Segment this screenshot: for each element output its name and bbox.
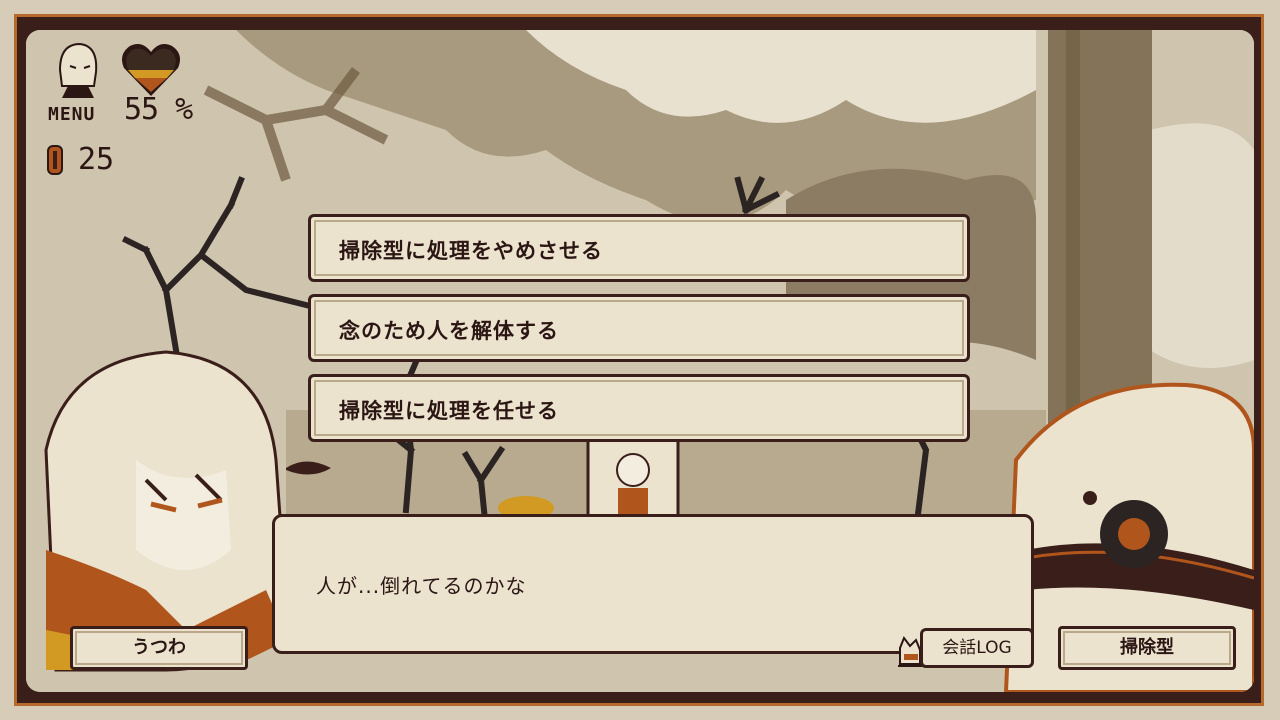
choice-label: 念のため人を解体する [339,319,559,343]
affection-heart-icon [122,44,180,96]
choice-label: 掃除型に処理をやめさせる [339,239,603,263]
choice-label: 掃除型に処理を任せる [339,399,559,423]
choice-option-1[interactable]: 掃除型に処理をやめさせる [308,214,970,282]
choice-option-2[interactable]: 念のため人を解体する [308,294,970,362]
conversation-log-button[interactable]: 会話LOG [920,628,1034,668]
coin-count: 25 [78,142,115,177]
coin-icon [47,145,63,175]
affection-percent: 55 % [124,92,193,127]
dialog-text: 人が...倒れてるのかな [316,574,527,598]
choice-option-3[interactable]: 掃除型に処理を任せる [308,374,970,442]
left-speaker-nameplate: うつわ [70,626,248,670]
player-portrait-icon[interactable] [54,40,102,100]
menu-button[interactable]: MENU [48,104,95,125]
right-speaker-nameplate: 掃除型 [1058,626,1236,670]
